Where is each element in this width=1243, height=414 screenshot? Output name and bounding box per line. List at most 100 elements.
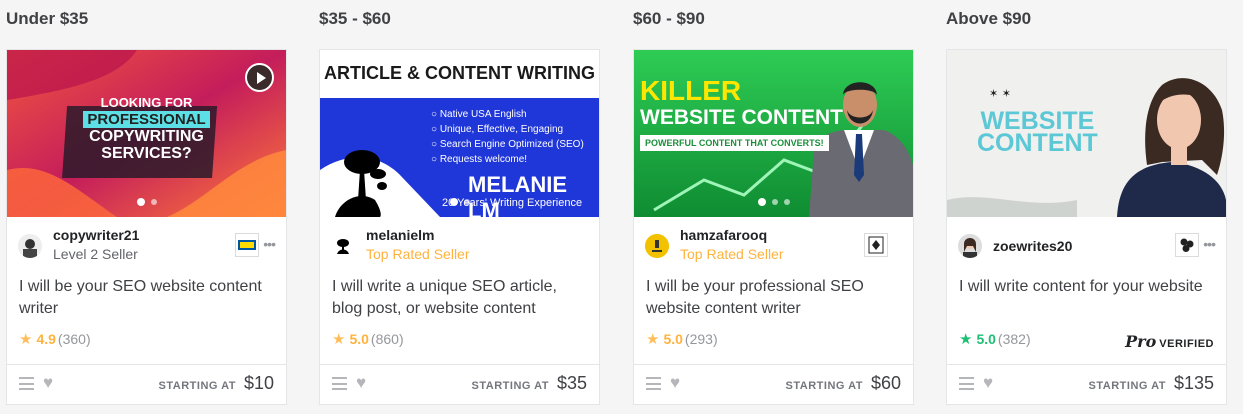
thumb-line: KILLER — [640, 75, 742, 106]
seller-info: copywriter21 Level 2 Seller ••• — [18, 227, 276, 267]
card-footer: ♥ STARTING AT $10 — [7, 364, 286, 404]
gig-title[interactable]: I will write content for your website — [959, 276, 1214, 298]
thumb-line: CONTENT — [977, 129, 1098, 157]
list-icon[interactable] — [646, 377, 661, 390]
carousel-dot[interactable] — [771, 199, 778, 205]
price-range-heading: Under $35 — [6, 9, 89, 28]
price: STARTING AT $60 — [786, 373, 901, 394]
rating-value: 5.0 — [663, 331, 683, 347]
carousel-dot[interactable] — [463, 199, 470, 205]
seller-level: Level 2 Seller — [53, 246, 138, 262]
thumb-line: PROFESSIONAL — [83, 111, 210, 128]
star-icon: ★ — [646, 330, 660, 348]
gig-thumbnail[interactable]: ARTICLE & CONTENT WRITING ○ Native USA E… — [320, 50, 599, 217]
price: STARTING AT $35 — [472, 373, 587, 394]
heart-icon[interactable]: ♥ — [670, 374, 680, 391]
price-label: STARTING AT — [158, 380, 236, 392]
seller-name[interactable]: hamzafarooq — [680, 227, 767, 243]
star-icon: ★ — [332, 330, 346, 348]
seller-info: hamzafarooq Top Rated Seller — [645, 227, 902, 267]
thumb-line: WEBSITE CONTENT — [640, 106, 843, 129]
price-label: STARTING AT — [1088, 380, 1166, 392]
review-count: (382) — [997, 331, 1031, 347]
price-value: $10 — [243, 373, 274, 393]
verified-label: VERIFIED — [1159, 338, 1214, 350]
rating: ★ 5.0 (293) — [646, 331, 718, 347]
price-range-heading: $35 - $60 — [319, 9, 391, 28]
avatar[interactable] — [958, 234, 982, 258]
dots-logo-icon — [1175, 233, 1199, 257]
rating-value: 4.9 — [36, 331, 56, 347]
seller-info: zoewrites20 ••• — [958, 227, 1216, 267]
carousel-dots[interactable] — [634, 198, 913, 206]
carousel-dots[interactable] — [7, 198, 286, 206]
rating: ★ 5.0 (860) — [332, 331, 404, 347]
thumb-bullet: ○ Requests welcome! — [431, 154, 528, 165]
price-value: $60 — [870, 373, 901, 393]
card-logo-icon — [864, 233, 888, 257]
gig-thumbnail[interactable]: LOOKING FOR PROFESSIONAL COPYWRITING SER… — [7, 50, 286, 217]
gig-thumbnail[interactable]: ✶ ✶ WEBSITE CONTENT — [947, 50, 1226, 217]
play-video-icon[interactable] — [245, 63, 274, 92]
price-range-heading: $60 - $90 — [633, 9, 705, 28]
gig-card[interactable]: ✶ ✶ WEBSITE CONTENT zoewrites20 ••• I wi… — [946, 49, 1227, 405]
avatar[interactable] — [18, 234, 42, 258]
more-options-icon[interactable]: ••• — [1203, 236, 1216, 252]
review-count: (360) — [57, 331, 91, 347]
list-icon[interactable] — [19, 377, 34, 390]
price-label: STARTING AT — [471, 380, 549, 392]
rating: ★ 4.9 (360) — [19, 331, 91, 347]
seller-level: Top Rated Seller — [680, 246, 784, 262]
price-range-heading: Above $90 — [946, 9, 1032, 28]
avatar[interactable] — [331, 234, 355, 258]
list-icon[interactable] — [332, 377, 347, 390]
seller-name[interactable]: zoewrites20 — [993, 238, 1072, 254]
carousel-dot[interactable] — [757, 198, 766, 206]
price-value: $135 — [1173, 373, 1214, 393]
heart-icon[interactable]: ♥ — [43, 374, 53, 391]
thumb-tagline: POWERFUL CONTENT THAT CONVERTS! — [640, 135, 829, 151]
thumb-name: MELANIE LM — [468, 172, 567, 217]
seller-name[interactable]: melanielm — [366, 227, 434, 243]
rating-value: 5.0 — [349, 331, 369, 347]
seller-info: melanielm Top Rated Seller — [331, 227, 588, 267]
price: STARTING AT $135 — [1089, 373, 1214, 394]
avatar[interactable] — [645, 234, 669, 258]
thumb-bullet: ○ Native USA English — [431, 109, 527, 120]
carousel-dot[interactable] — [150, 199, 157, 205]
gig-card[interactable]: KILLER WEBSITE CONTENT POWERFUL CONTENT … — [633, 49, 914, 405]
price-value: $35 — [556, 373, 587, 393]
gig-card[interactable]: ARTICLE & CONTENT WRITING ○ Native USA E… — [319, 49, 600, 405]
gig-title[interactable]: I will be your SEO website content write… — [19, 276, 274, 320]
heart-icon[interactable]: ♥ — [983, 374, 993, 391]
gig-title[interactable]: I will be your professional SEO website … — [646, 276, 901, 320]
card-footer: ♥ STARTING AT $60 — [634, 364, 913, 404]
thumb-line: LOOKING FOR — [100, 95, 193, 110]
heart-icon[interactable]: ♥ — [356, 374, 366, 391]
star-icon: ★ — [19, 330, 33, 348]
card-footer: ♥ STARTING AT $135 — [947, 364, 1226, 404]
carousel-dot[interactable] — [136, 198, 145, 206]
price-label: STARTING AT — [785, 380, 863, 392]
thumb-bullet: ○ Unique, Effective, Engaging — [431, 124, 564, 135]
price: STARTING AT $10 — [159, 373, 274, 394]
gig-title[interactable]: I will write a unique SEO article, blog … — [332, 276, 587, 320]
thumb-line: SERVICES? — [101, 145, 192, 162]
review-count: (293) — [684, 331, 718, 347]
gig-thumbnail[interactable]: KILLER WEBSITE CONTENT POWERFUL CONTENT … — [634, 50, 913, 217]
carousel-dots[interactable] — [320, 198, 599, 206]
review-count: (860) — [370, 331, 404, 347]
ikea-logo-icon — [235, 233, 259, 257]
carousel-dot[interactable] — [449, 198, 458, 206]
svg-text:✶ ✶: ✶ ✶ — [989, 87, 1011, 100]
star-icon: ★ — [959, 330, 973, 348]
seller-name[interactable]: copywriter21 — [53, 227, 139, 243]
thumb-bullet: ○ Search Engine Optimized (SEO) — [431, 139, 584, 150]
thumb-line: COPYWRITING — [89, 128, 204, 145]
more-options-icon[interactable]: ••• — [263, 236, 276, 252]
carousel-dot[interactable] — [783, 199, 790, 205]
gig-card[interactable]: LOOKING FOR PROFESSIONAL COPYWRITING SER… — [6, 49, 287, 405]
thumb-banner: ARTICLE & CONTENT WRITING — [324, 63, 595, 83]
seller-level: Top Rated Seller — [366, 246, 470, 262]
list-icon[interactable] — [959, 377, 974, 390]
